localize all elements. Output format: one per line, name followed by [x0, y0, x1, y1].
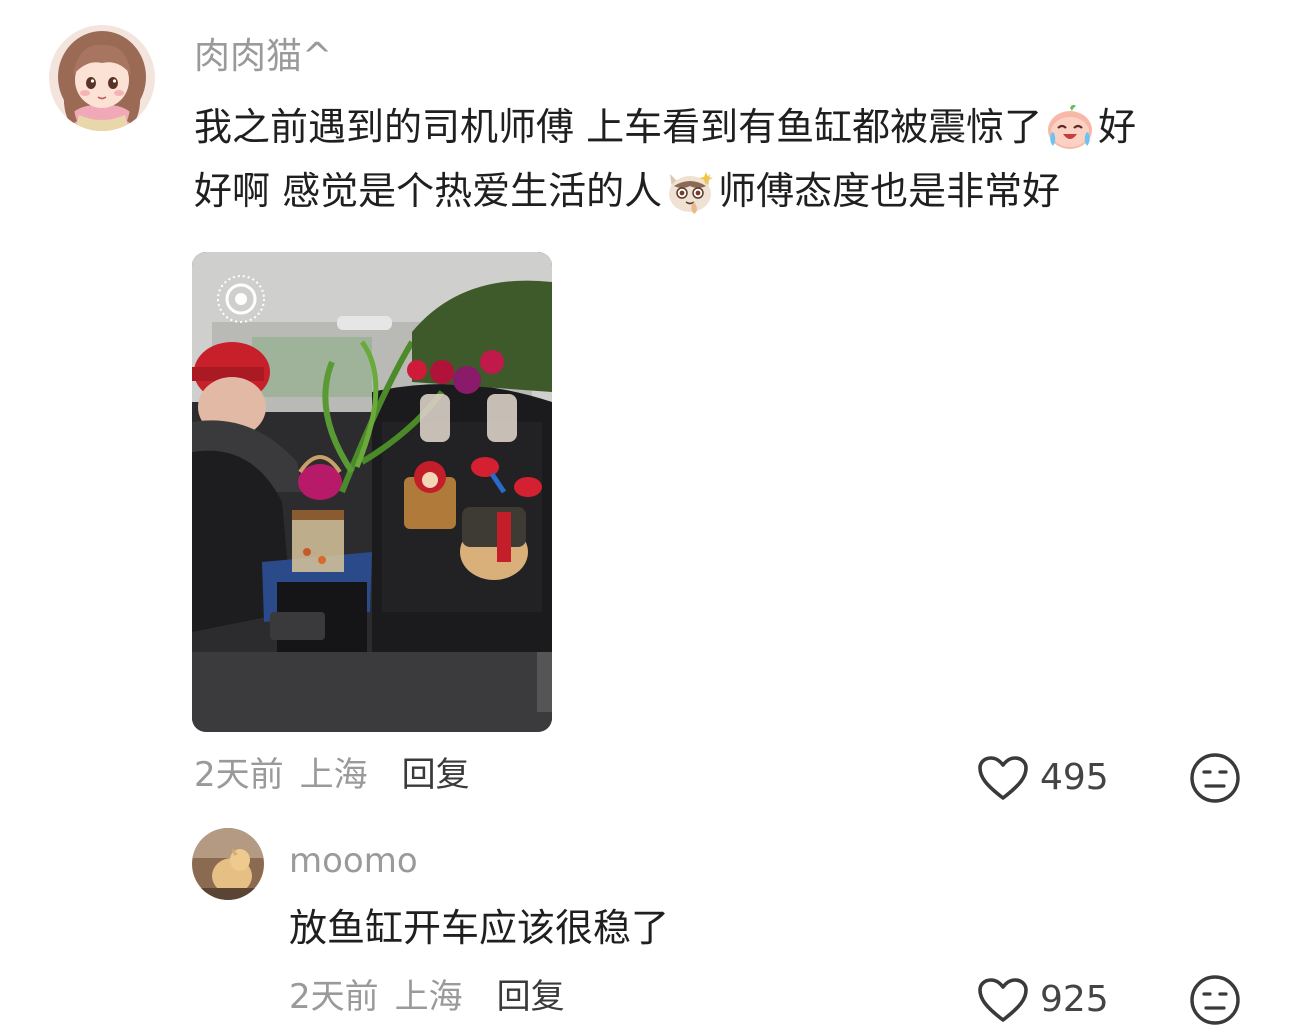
like-button[interactable]: 925 — [976, 974, 1109, 1026]
comment-location: 上海 — [394, 977, 463, 1017]
crying-laughing-peach-emoji — [1044, 100, 1096, 152]
text-segment: 师傅态度也是非常好 — [718, 169, 1061, 213]
comment-text-line-1: 我之前遇到的司机师傅 上车看到有鱼缸都被震惊了 好 — [194, 95, 1136, 159]
comment-text: 放鱼缸开车应该很稳了 — [289, 906, 670, 950]
username[interactable]: moomo — [289, 838, 418, 884]
text-segment: 我之前遇到的司机师傅 上车看到有鱼缸都被震惊了 — [194, 105, 1043, 149]
comment-item: 肉肉猫^ 我之前遇到的司机师傅 上车看到有鱼缸都被震惊了 好 好啊 感觉是个热爱… — [0, 0, 1290, 810]
text-segment: 好啊 感觉是个热爱生活的人 — [194, 169, 663, 213]
comment-text: 我之前遇到的司机师傅 上车看到有鱼缸都被震惊了 好 好啊 感觉是个热爱生活的人 — [194, 95, 1136, 223]
meh-face-icon — [1189, 974, 1241, 1026]
avatar[interactable] — [49, 25, 155, 131]
dislike-button[interactable] — [1189, 752, 1241, 804]
username[interactable]: 肉肉猫^ — [194, 32, 332, 82]
comment-photo[interactable] — [192, 252, 552, 732]
comment-time: 2天前 — [194, 755, 284, 795]
like-count: 495 — [1040, 757, 1109, 798]
comment-item: moomo 放鱼缸开车应该很稳了 2天前 上海 回复 925 — [0, 820, 1290, 1034]
meh-face-icon — [1189, 752, 1241, 804]
text-segment: 好 — [1098, 105, 1137, 149]
comment-location: 上海 — [299, 755, 368, 795]
reply-button[interactable]: 回复 — [402, 752, 470, 798]
like-count: 925 — [1040, 979, 1109, 1020]
heart-outline-icon — [976, 754, 1030, 802]
comment-meta: 2天前 上海 回复 — [289, 974, 565, 1020]
comment-time: 2天前 — [289, 977, 379, 1017]
like-button[interactable]: 495 — [976, 752, 1109, 804]
comment-meta: 2天前 上海 回复 — [194, 752, 470, 798]
smirking-cat-emoji — [664, 164, 716, 216]
reply-button[interactable]: 回复 — [497, 974, 565, 1020]
heart-outline-icon — [976, 976, 1030, 1024]
comment-text-line-2: 好啊 感觉是个热爱生活的人 师傅态度也是非常好 — [194, 159, 1136, 223]
live-photo-icon — [216, 274, 266, 324]
avatar[interactable] — [192, 828, 264, 900]
dislike-button[interactable] — [1189, 974, 1241, 1026]
